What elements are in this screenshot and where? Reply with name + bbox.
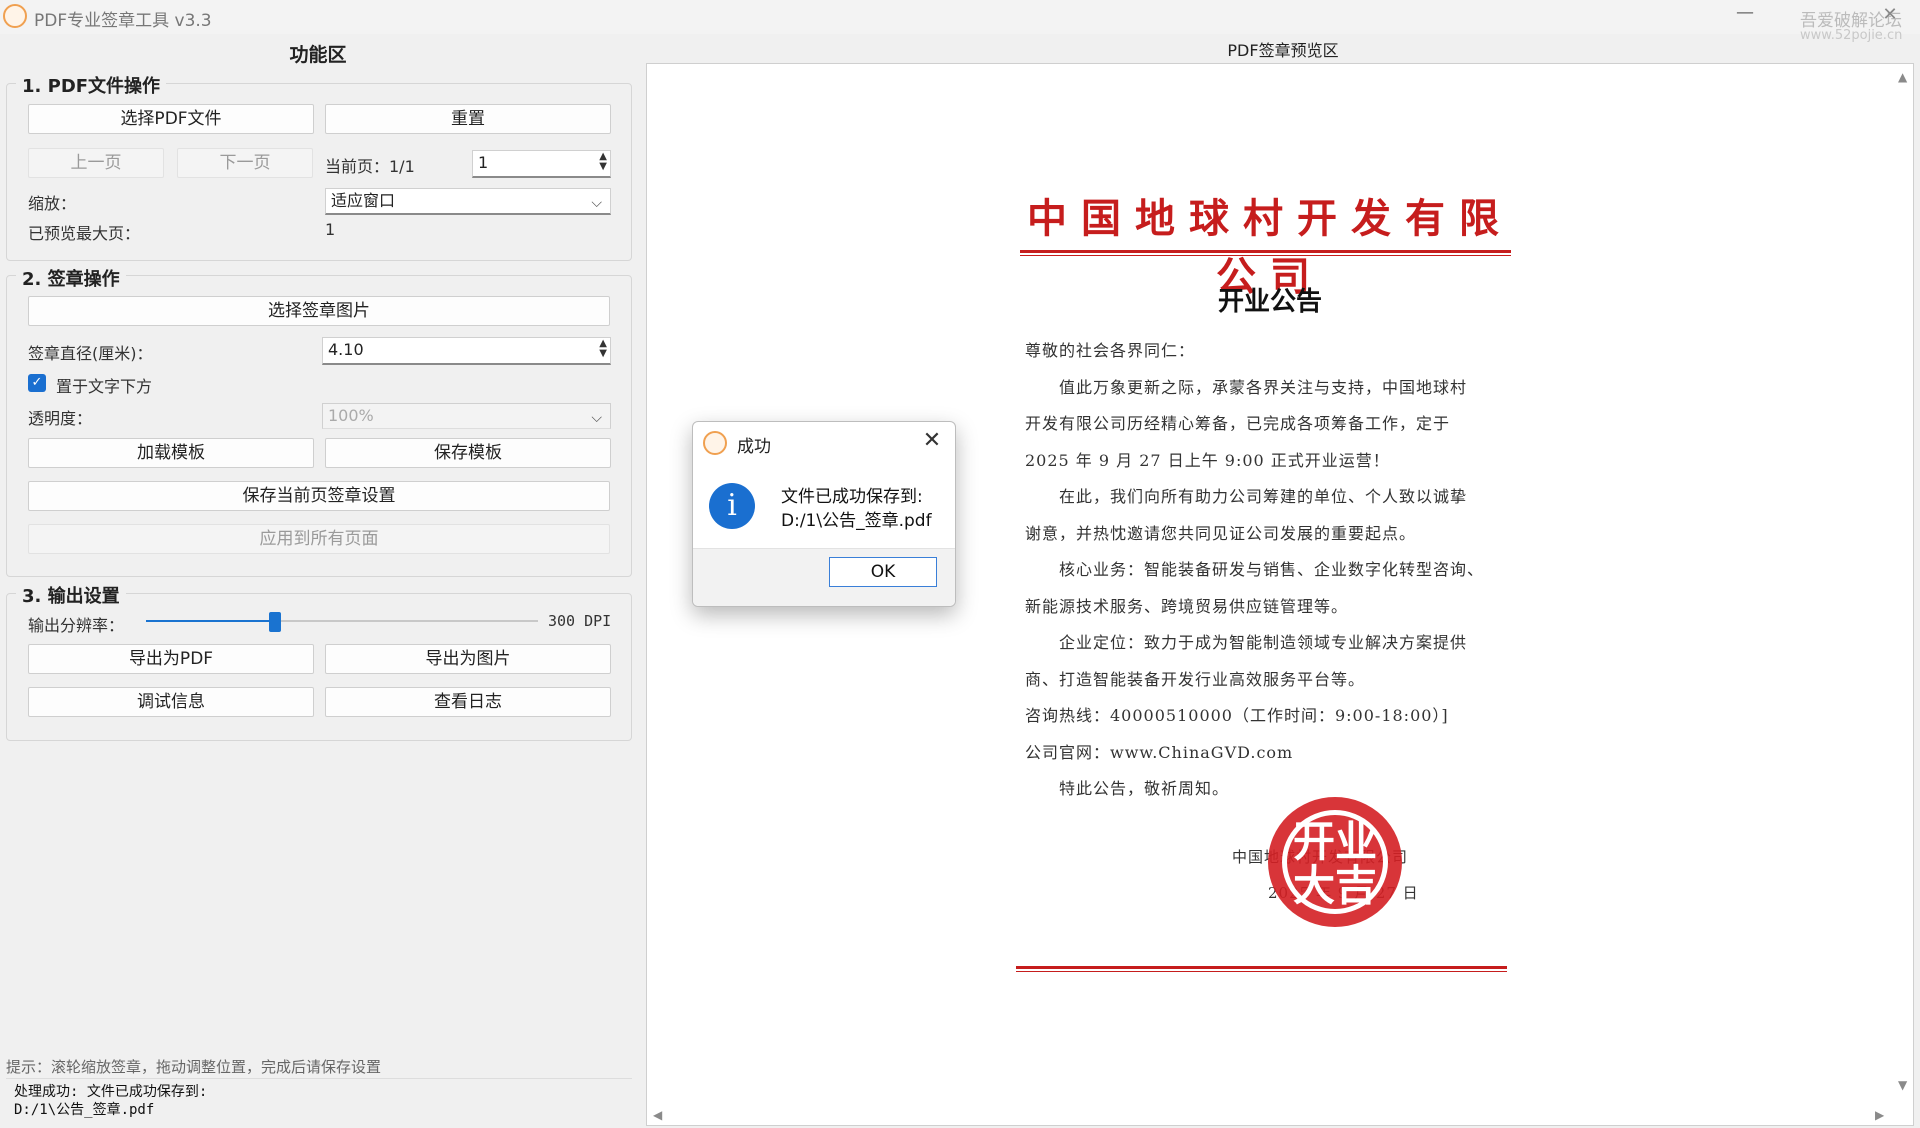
max-previewed-label: 已预览最大页：	[28, 224, 141, 243]
seal-diameter-value: 4.10	[328, 340, 364, 359]
spinner-arrows-icon[interactable]: ▲ ▼	[599, 152, 607, 172]
dialog-title: 成功	[737, 437, 771, 457]
seal-diameter-input[interactable]: 4.10 ▲ ▼	[322, 337, 611, 365]
current-page-label: 当前页：1/1	[325, 157, 415, 176]
max-previewed-value: 1	[325, 220, 336, 239]
scroll-right-arrow-icon[interactable]: ▶	[1875, 1108, 1884, 1122]
app-logo-icon	[3, 4, 27, 28]
resolution-value: 300 DPI	[548, 612, 612, 630]
zoom-select-value: 适应窗口	[331, 191, 396, 210]
opacity-label: 透明度：	[28, 409, 93, 428]
reset-button[interactable]: 重置	[325, 104, 611, 134]
spinner-arrows-icon[interactable]: ▲ ▼	[599, 339, 607, 359]
window-title: PDF专业签章工具 v3.3	[34, 11, 212, 31]
footer-red-rule-thin	[1016, 971, 1507, 972]
document-paragraph: 谢意，并热忱邀请您共同见证公司发展的重要起点。	[1025, 524, 1417, 543]
status-divider	[6, 1078, 632, 1079]
save-template-button[interactable]: 保存模板	[325, 438, 611, 468]
zoom-select[interactable]: 适应窗口 ⌵	[325, 188, 611, 215]
save-page-seal-settings-button[interactable]: 保存当前页签章设置	[28, 481, 610, 511]
header-red-rule-thin	[1020, 255, 1511, 256]
hint-text: 提示：滚轮缩放签章，拖动调整位置，完成后请保存设置	[6, 1058, 382, 1076]
resolution-slider-thumb[interactable]	[269, 612, 281, 632]
opacity-select[interactable]: 100% ⌵	[322, 403, 611, 429]
status-message: 处理成功: 文件已成功保存到: D:/1\公告_签章.pdf	[14, 1084, 208, 1118]
output-settings-group-title: 3. 输出设置	[16, 582, 126, 608]
scroll-up-arrow-icon[interactable]: ▲	[1898, 70, 1907, 84]
document-paragraph: 尊敬的社会各界同仁：	[1025, 341, 1196, 360]
chevron-down-icon: ⌵	[591, 195, 602, 211]
preview-title: PDF签章预览区	[1227, 41, 1339, 60]
debug-info-button[interactable]: 调试信息	[28, 687, 314, 717]
info-icon: i	[709, 483, 755, 529]
horizontal-scrollbar[interactable]: ◀ ▶	[647, 1106, 1913, 1126]
document-paragraph: 2025 年 9 月 27 日上午 9:00 正式开业运营！	[1025, 451, 1390, 470]
pdf-file-group-title: 1. PDF文件操作	[16, 72, 167, 98]
document-paragraph: 企业定位：致力于成为智能制造领域专业解决方案提供	[1025, 633, 1468, 652]
load-template-button[interactable]: 加载模板	[28, 438, 314, 468]
document-paragraph: 开发有限公司历经精心筹备，已完成各项筹备工作，定于	[1025, 414, 1451, 433]
select-seal-image-button[interactable]: 选择签章图片	[28, 296, 610, 326]
title-bar	[0, 0, 1920, 34]
document-heading: 开业公告	[1217, 287, 1322, 317]
function-panel-title: 功能区	[289, 44, 347, 66]
dialog-close-icon[interactable]: ✕	[917, 428, 947, 456]
minimize-button[interactable]: —	[1730, 2, 1760, 30]
seal-text: 开业大吉	[1292, 817, 1377, 910]
vertical-scrollbar[interactable]: ▲ ▼	[1894, 64, 1914, 1104]
close-window-button[interactable]: ✕	[1875, 4, 1905, 30]
resolution-label: 输出分辨率：	[28, 616, 125, 635]
zoom-label: 缩放：	[28, 194, 77, 213]
document-paragraph: 咨询热线：40000510000（工作时间：9:00-18:00）]	[1025, 706, 1449, 725]
document-paragraph: 值此万象更新之际，承蒙各界关注与支持，中国地球村	[1025, 378, 1468, 397]
footer-red-rule	[1016, 966, 1507, 969]
scroll-left-arrow-icon[interactable]: ◀	[653, 1108, 662, 1122]
document-paragraph: 在此，我们向所有助力公司筹建的单位、个人致以诚挚	[1025, 487, 1468, 506]
below-text-label: 置于文字下方	[56, 377, 153, 396]
resolution-slider-fill	[146, 620, 275, 622]
export-image-button[interactable]: 导出为图片	[325, 644, 611, 674]
prev-page-button[interactable]: 上一页	[28, 148, 164, 178]
export-pdf-button[interactable]: 导出为PDF	[28, 644, 314, 674]
document-paragraph: 商、打造智能装备开发行业高效服务平台等。	[1025, 670, 1366, 689]
scroll-down-arrow-icon[interactable]: ▼	[1898, 1078, 1907, 1092]
page-number-value: 1	[478, 153, 489, 172]
document-paragraph: 特此公告，敬祈周知。	[1025, 779, 1230, 798]
app-logo-icon	[703, 431, 727, 455]
next-page-button[interactable]: 下一页	[177, 148, 313, 178]
seal-diameter-label: 签章直径(厘米)：	[28, 344, 153, 363]
below-text-checkbox[interactable]: ✓	[28, 374, 46, 392]
chevron-down-icon: ⌵	[591, 410, 602, 426]
header-red-rule	[1020, 250, 1511, 253]
dialog-message-line2: D:/1\公告_签章.pdf	[781, 511, 932, 531]
document-paragraph: 新能源技术服务、跨境贸易供应链管理等。	[1025, 597, 1349, 616]
dialog-ok-button[interactable]: OK	[829, 557, 937, 587]
seal-operation-group-title: 2. 签章操作	[16, 265, 126, 291]
document-paragraph: 公司官网：www.ChinaGVD.com	[1025, 743, 1294, 762]
apply-all-pages-button[interactable]: 应用到所有页面	[28, 524, 610, 554]
opacity-select-value: 100%	[328, 406, 374, 425]
document-paragraph: 核心业务：智能装备研发与销售、企业数字化转型咨询、	[1025, 560, 1485, 579]
page-number-input[interactable]: 1 ▲ ▼	[472, 150, 611, 178]
success-dialog: 成功 ✕ i 文件已成功保存到: D:/1\公告_签章.pdf OK	[692, 421, 956, 607]
select-pdf-button[interactable]: 选择PDF文件	[28, 104, 314, 134]
dialog-message-line1: 文件已成功保存到:	[781, 487, 923, 507]
view-log-button[interactable]: 查看日志	[325, 687, 611, 717]
